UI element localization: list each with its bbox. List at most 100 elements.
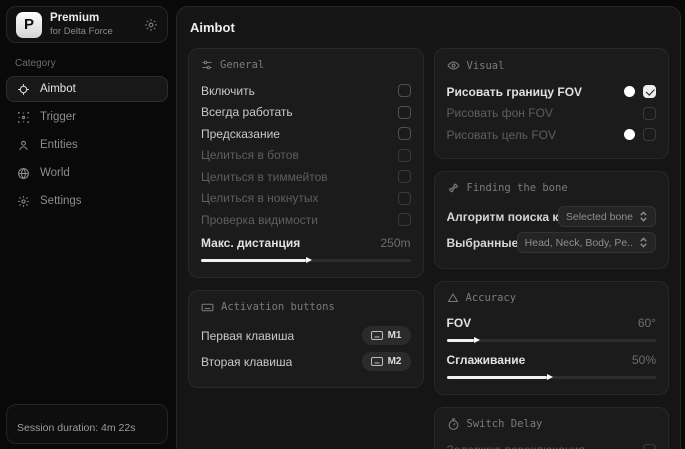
general-card-header: General	[201, 59, 411, 71]
slider-value: 60°	[638, 316, 656, 330]
slider-value: 250m	[380, 236, 410, 250]
trigger-icon	[17, 111, 30, 124]
switch-delay-card-header: Switch Delay	[447, 418, 657, 431]
key-icon	[371, 331, 383, 340]
toggle-row-always-work: Всегда работать	[201, 102, 411, 124]
checkbox-aim-teammates[interactable]	[398, 170, 411, 183]
bone-card: Finding the bone Алгоритм поиска костей …	[434, 171, 670, 269]
switch-delay-toggle-row: Задержка переключения	[447, 440, 657, 449]
accuracy-card-header: Accuracy	[447, 292, 657, 304]
left-column: General Включить Всегда работать Предска…	[188, 48, 424, 388]
world-icon	[17, 167, 30, 180]
bone-row-algorithm: Алгоритм поиска костей Selected bone	[447, 204, 657, 230]
content-columns: General Включить Всегда работать Предска…	[188, 48, 669, 449]
toggle-label: Целиться в нокнутых	[201, 191, 318, 205]
toggle-row-aim-teammates: Целиться в тиммейтов	[201, 166, 411, 188]
checkbox-prediction[interactable]	[398, 127, 411, 140]
color-swatch[interactable]	[624, 129, 635, 140]
slider-handle[interactable]	[306, 257, 312, 263]
activation-card-header: Activation buttons	[201, 301, 411, 314]
brand-title: Premium	[50, 12, 113, 25]
switch-delay-card: Switch Delay Задержка переключения Задер…	[434, 407, 670, 449]
general-card: General Включить Всегда работать Предска…	[188, 48, 424, 278]
smoothing-slider-row: Сглаживание 50%	[447, 350, 657, 370]
chevron-up-down-icon	[639, 211, 648, 222]
app-window: P Premium for Delta Force Category Aimbo…	[0, 0, 685, 449]
keybind-button-second[interactable]: M2	[362, 352, 411, 371]
section-title: General	[220, 59, 264, 71]
fov-slider-row: FOV 60°	[447, 313, 657, 333]
bone-row-selected: Выбранные кости Head, Neck, Body, Pe..	[447, 230, 657, 256]
logo-letter: P	[24, 16, 34, 33]
toggle-label: Задержка переключения	[447, 443, 585, 449]
keyboard-icon	[201, 301, 214, 314]
max-distance-slider[interactable]	[201, 259, 411, 262]
slider-handle[interactable]	[547, 374, 553, 380]
checkbox-visibility-check[interactable]	[398, 213, 411, 226]
toggle-label: Предсказание	[201, 127, 280, 141]
gear-icon[interactable]	[144, 18, 158, 32]
smoothing-slider[interactable]	[447, 376, 657, 379]
toggle-label: Целиться в тиммейтов	[201, 170, 328, 184]
sidebar-item-entities[interactable]: Entities	[6, 132, 168, 158]
slider-handle[interactable]	[474, 337, 480, 343]
toggle-label: Всегда работать	[201, 105, 293, 119]
session-duration-text: Session duration: 4m 22s	[17, 422, 135, 434]
session-duration-box: Session duration: 4m 22s	[6, 404, 168, 444]
checkbox-aim-bots[interactable]	[398, 149, 411, 162]
checkbox-fov-background[interactable]	[643, 107, 656, 120]
sidebar-item-label: Settings	[40, 195, 82, 207]
sidebar-item-world[interactable]: World	[6, 160, 168, 186]
visual-label: Рисовать цель FOV	[447, 128, 557, 142]
fov-slider[interactable]	[447, 339, 657, 342]
brand-text: Premium for Delta Force	[50, 12, 113, 37]
brand-card: P Premium for Delta Force	[6, 6, 168, 43]
right-column: Visual Рисовать границу FOV Рисовать фон…	[434, 48, 670, 449]
slider-fill	[447, 376, 548, 379]
toggle-label: Целиться в ботов	[201, 148, 299, 162]
slider-label: FOV	[447, 316, 472, 330]
keybind-value: M2	[388, 356, 402, 367]
slider-label: Макс. дистанция	[201, 236, 300, 250]
key-icon	[371, 357, 383, 366]
sidebar-item-trigger[interactable]: Trigger	[6, 104, 168, 130]
visual-label: Рисовать фон FOV	[447, 106, 553, 120]
category-label: Category	[15, 58, 168, 69]
slider-label: Сглаживание	[447, 353, 526, 367]
keybind-button-first[interactable]: M1	[362, 326, 411, 345]
sidebar-item-aimbot[interactable]: Aimbot	[6, 76, 168, 102]
slider-fill	[201, 259, 306, 262]
section-title: Accuracy	[466, 292, 517, 304]
sliders-icon	[201, 59, 213, 71]
keybind-label: Вторая клавиша	[201, 355, 292, 369]
bone-algorithm-dropdown[interactable]: Selected bone	[558, 206, 656, 227]
bone-icon	[447, 182, 460, 195]
sidebar-item-label: Aimbot	[40, 83, 76, 95]
section-title: Switch Delay	[467, 418, 543, 430]
visual-row-fov-background: Рисовать фон FOV	[447, 103, 657, 125]
slider-value: 50%	[632, 353, 656, 367]
brand-subtitle: for Delta Force	[50, 27, 113, 37]
slider-fill	[447, 339, 474, 342]
checkbox-enable[interactable]	[398, 84, 411, 97]
sidebar-item-label: Entities	[40, 139, 78, 151]
max-distance-row: Макс. дистанция 250m	[201, 233, 411, 253]
checkbox-fov-target[interactable]	[643, 128, 656, 141]
sidebar-item-settings[interactable]: Settings	[6, 188, 168, 214]
activation-card: Activation buttons Первая клавиша M1 Вто…	[188, 290, 424, 388]
checkbox-fov-border[interactable]	[643, 85, 656, 98]
app-logo: P	[16, 12, 42, 38]
color-swatch[interactable]	[624, 86, 635, 97]
visual-row-fov-border: Рисовать границу FOV	[447, 81, 657, 103]
main-panel: Aimbot General Включить Всегда работать	[176, 6, 681, 449]
bone-card-header: Finding the bone	[447, 182, 657, 195]
eye-icon	[447, 59, 460, 72]
checkbox-switch-delay[interactable]	[643, 444, 656, 449]
section-title: Visual	[467, 60, 505, 72]
checkbox-aim-knocked[interactable]	[398, 192, 411, 205]
bone-label: Алгоритм поиска костей	[447, 210, 558, 224]
visual-card: Visual Рисовать границу FOV Рисовать фон…	[434, 48, 670, 159]
selected-bones-dropdown[interactable]: Head, Neck, Body, Pe..	[517, 232, 656, 253]
checkbox-always-work[interactable]	[398, 106, 411, 119]
keybind-row-first: Первая клавиша M1	[201, 323, 411, 349]
